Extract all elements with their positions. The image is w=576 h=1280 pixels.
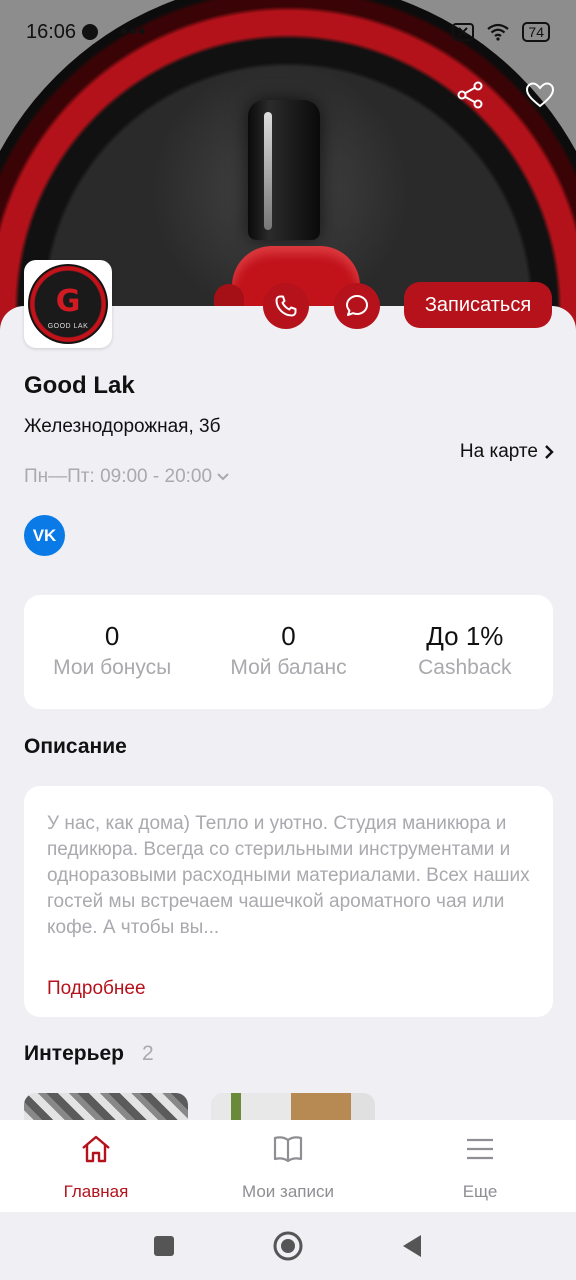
back-icon[interactable] (401, 1234, 423, 1258)
tab-my-bookings[interactable]: Мои записи (192, 1120, 384, 1212)
stat-value: 0 (281, 621, 296, 651)
book-icon (271, 1132, 305, 1166)
tab-label: Главная (63, 1182, 129, 1201)
favorite-button[interactable] (523, 78, 557, 112)
logo-letter: G (55, 283, 81, 319)
logo-emblem: G GOOD LAK (28, 264, 108, 344)
heart-icon (525, 82, 555, 108)
status-time: 16:06 (26, 20, 77, 43)
chat-button[interactable] (334, 283, 380, 329)
stats-card: 0 Мои бонусы 0 Мой баланс До 1% Cashback (24, 595, 553, 709)
stat-value: До 1% (426, 621, 504, 651)
stat-label: Cashback (418, 656, 512, 679)
chat-icon (346, 295, 368, 316)
working-hours: Пн—Пт: 09:00 - 20:00 (24, 466, 213, 487)
menu-icon (463, 1132, 497, 1166)
stat-label: Мои бонусы (53, 656, 172, 679)
home-nav-icon[interactable] (273, 1231, 303, 1261)
read-more-link[interactable]: Подробнее (47, 978, 146, 1000)
chevron-down-icon (217, 473, 229, 481)
sim-off-icon (452, 23, 475, 41)
working-hours-toggle[interactable]: Пн—Пт: 09:00 - 20:00 (24, 466, 230, 488)
call-button[interactable] (263, 283, 309, 329)
stat-balance[interactable]: 0 Мой баланс (200, 595, 376, 709)
stat-value: 0 (104, 621, 120, 651)
tab-more[interactable]: Еще (384, 1120, 576, 1212)
map-link-label: На карте (459, 441, 538, 462)
description-card: У нас, как дома) Тепло и уютно. Студия м… (24, 786, 553, 1017)
vk-social-button[interactable]: VK (24, 515, 65, 556)
system-navigation-bar (0, 1212, 576, 1280)
tab-label: Еще (462, 1182, 498, 1201)
description-title: Описание (24, 735, 127, 758)
recent-apps-icon[interactable] (153, 1235, 175, 1257)
stat-cashback[interactable]: До 1% Cashback (377, 595, 553, 709)
chevron-right-icon (545, 445, 554, 459)
venue-logo: G GOOD LAK (24, 260, 112, 348)
stat-bonuses[interactable]: 0 Мои бонусы (24, 595, 200, 709)
status-bar: 16:06 ••• 74 (0, 0, 576, 64)
battery-indicator: 74 (522, 22, 550, 42)
tab-home[interactable]: Главная (0, 1120, 192, 1212)
description-text: У нас, как дома) Тепло и уютно. Студия м… (47, 813, 530, 938)
phone-icon (275, 295, 297, 317)
wifi-icon (487, 23, 510, 41)
bottle-shine (264, 112, 272, 230)
share-button[interactable] (453, 78, 487, 112)
share-icon (457, 81, 483, 109)
tab-label: Мои записи (242, 1182, 334, 1201)
venue-address: Железнодорожная, 3б (24, 416, 221, 437)
venue-name: Good Lak (24, 372, 135, 399)
interior-count: 2 (142, 1042, 154, 1065)
map-link[interactable]: На карте (460, 441, 554, 463)
status-right: 74 (452, 22, 550, 42)
interior-title: Интерьер (24, 1042, 124, 1065)
stat-label: Мой баланс (230, 656, 347, 679)
status-dnd-icon (82, 24, 99, 40)
home-icon (79, 1132, 113, 1166)
status-more-dots: ••• (120, 20, 148, 43)
nail-polish-bottle-graphic (248, 100, 320, 240)
interior-header: Интерьер 2 (24, 1042, 154, 1066)
logo-text: GOOD LAK (47, 323, 89, 330)
book-appointment-button[interactable]: Записаться (404, 282, 552, 328)
bottom-tab-bar: Главная Мои записи Еще (0, 1120, 576, 1212)
